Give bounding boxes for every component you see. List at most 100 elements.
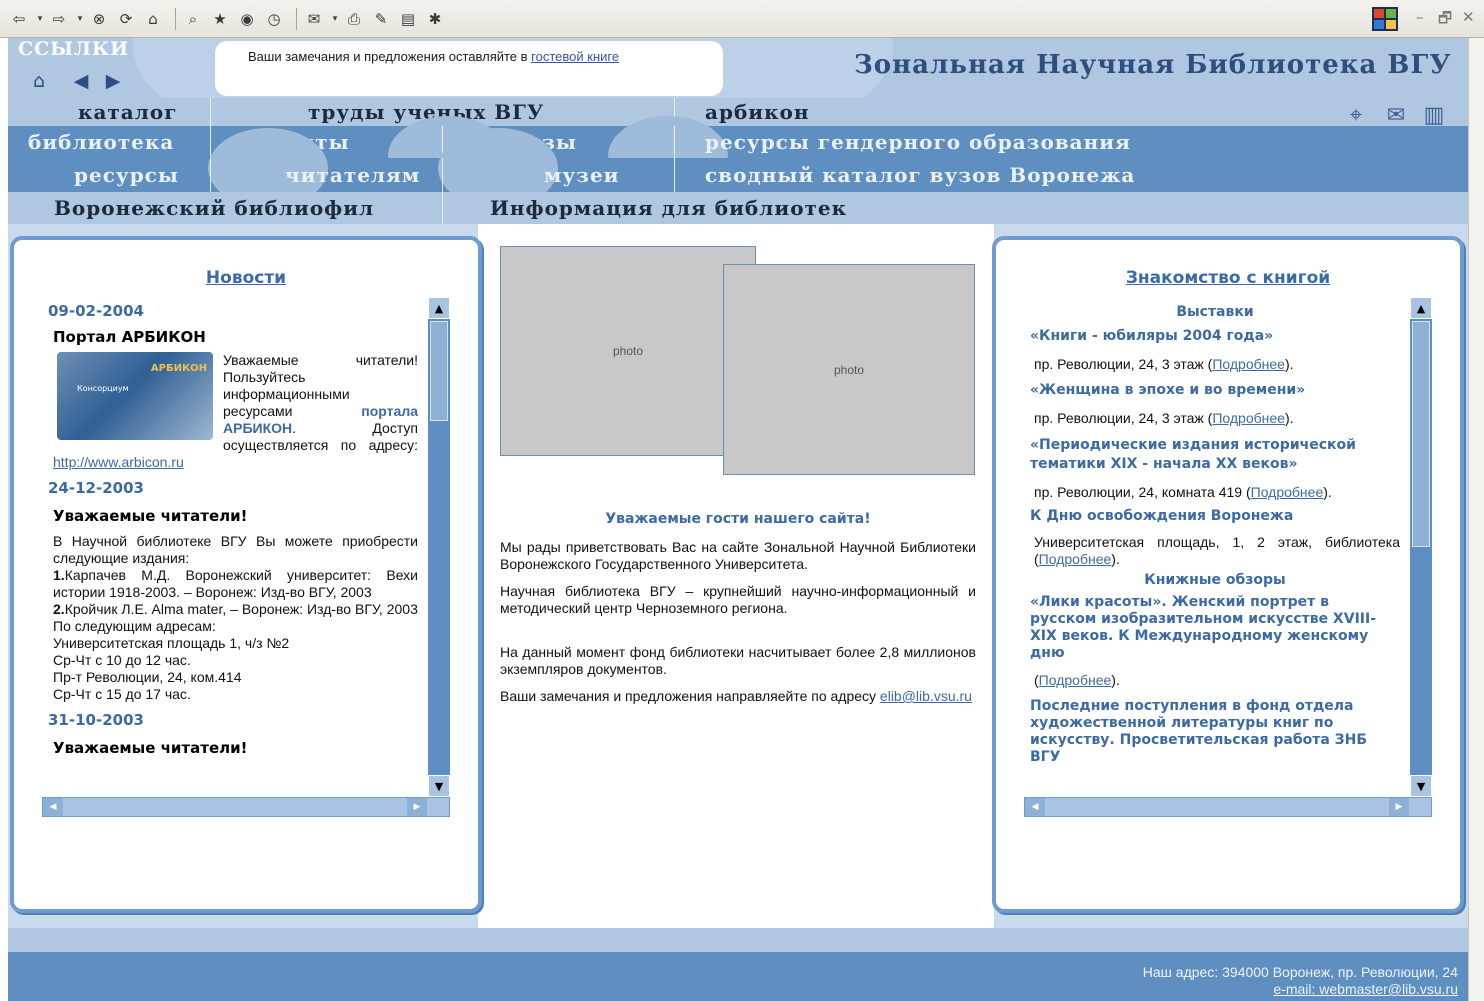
nav-resources[interactable]: ресурсы <box>74 158 179 192</box>
site-title: Зональная Научная Библиотека ВГУ <box>854 50 1452 80</box>
welcome-paragraph: Ваши замечания и предложения направляейт… <box>500 688 976 705</box>
arbicon-url-link[interactable]: http://www.arbicon.ru <box>53 454 184 470</box>
arbicon-logo-image: АРБИКОН Консорциум <box>57 352 213 440</box>
news-content: 09-02-2004 Портал АРБИКОН АРБИКОН Консор… <box>48 300 418 796</box>
home-icon[interactable]: ⌂ <box>142 8 164 30</box>
nav-readers[interactable]: читателям <box>285 158 420 192</box>
books-horizontal-scrollbar[interactable]: ◀ ▶ <box>1024 797 1432 817</box>
forward-icon[interactable]: ⇨ <box>48 8 70 30</box>
toolbar-separator <box>175 7 176 30</box>
news-headline: Портал АРБИКОН <box>53 328 206 346</box>
welcome-paragraph: Научная библиотека ВГУ – крупнейший науч… <box>500 583 976 616</box>
edit-icon[interactable]: ✎ <box>370 8 392 30</box>
nav-catalog[interactable]: каталог <box>78 98 177 126</box>
section-heading: Выставки <box>1176 304 1254 320</box>
nav-voronezh-bibliophile[interactable]: Воронежский библиофил <box>54 192 374 224</box>
nav-row-4: Воронежский библиофил Информация для биб… <box>8 192 1468 224</box>
windows-logo-icon <box>1372 7 1398 31</box>
scroll-up-icon[interactable]: ▲ <box>428 297 450 319</box>
more-link[interactable]: Подробнее <box>1212 410 1285 426</box>
more-link[interactable]: Подробнее <box>1212 356 1285 372</box>
news-horizontal-scrollbar[interactable]: ◀ ▶ <box>42 797 450 817</box>
welcome-paragraph: Мы рады приветствовать Вас на сайте Зона… <box>500 539 976 572</box>
browser-toolbar: ⇦ ▾ ⇨ ▾ ⊗ ⟳ ⌂ ⌕ ★ ◉ ◷ ✉ ▾ ⎙ ✎ ▤ ✱ – 🗗 ✕ <box>0 0 1484 38</box>
exhibition-title: К Дню освобождения Воронежа <box>1030 508 1294 524</box>
site-footer: Наш адрес: 394000 Воронеж, пр. Революции… <box>8 952 1468 1001</box>
books-content: Выставки «Книги - юбиляры 2004 года» пр.… <box>1030 300 1400 796</box>
news-title[interactable]: Новости <box>14 268 478 288</box>
scroll-left-icon[interactable]: ◀ <box>1025 798 1045 816</box>
exhibition-title: «Женщина в эпохе и во времени» <box>1030 382 1306 398</box>
exhibition-title: «Книги - юбиляры 2004 года» <box>1030 328 1274 344</box>
nav-arbicon[interactable]: арбикон <box>705 98 810 126</box>
library-building-photo: photo <box>500 246 756 456</box>
mail-icon[interactable]: ✉ <box>1382 103 1410 128</box>
favorites-icon[interactable]: ★ <box>209 8 231 30</box>
more-link[interactable]: Подробнее <box>1251 484 1324 500</box>
back-icon[interactable]: ◀ <box>68 68 94 94</box>
scroll-left-icon[interactable]: ◀ <box>43 798 63 816</box>
nav-library[interactable]: библиотека <box>28 126 174 158</box>
address-intro: По следующим адресам: <box>53 618 216 634</box>
welcome-paragraph: На данный момент фонд библиотеки насчиты… <box>500 644 976 677</box>
punctuation: ). <box>1284 410 1294 426</box>
footer-email-link[interactable]: e-mail: webmaster@lib.vsu.ru <box>1273 981 1458 997</box>
punctuation: ). <box>1323 484 1332 500</box>
section-heading: Книжные обзоры <box>1144 572 1286 588</box>
site-header: ССЫЛКИ ⌂ ◀ ▶ Ваши замечания и предложени… <box>8 38 1468 98</box>
print-icon[interactable]: ⎙ <box>343 8 365 30</box>
stop-icon[interactable]: ⊗ <box>88 8 110 30</box>
home-icon[interactable]: ⌂ <box>26 68 52 94</box>
minimize-button[interactable]: – <box>1416 8 1424 26</box>
news-text: В Научной библиотеке ВГУ Вы можете приоб… <box>53 533 418 566</box>
scroll-down-icon[interactable]: ▼ <box>1410 775 1432 797</box>
close-button[interactable]: ✕ <box>1462 8 1475 26</box>
news-vertical-scrollbar[interactable]: ▲ ▼ <box>428 297 450 797</box>
browser-scrollbar[interactable] <box>1468 38 1484 1001</box>
back-dropdown-icon[interactable]: ▾ <box>35 8 45 30</box>
restore-button[interactable]: 🗗 <box>1438 8 1452 33</box>
arbicon-logo-subtext: Консорциум <box>77 384 129 393</box>
books-vertical-scrollbar[interactable]: ▲ ▼ <box>1410 297 1432 797</box>
guestbook-link[interactable]: гостевой книге <box>531 49 619 64</box>
university-courtyard-photo: photo <box>723 264 975 475</box>
footer-strip <box>8 928 1468 952</box>
books-title[interactable]: Знакомство с книгой <box>996 268 1460 288</box>
book-number: 1. <box>53 567 65 583</box>
more-link[interactable]: Подробнее <box>1039 672 1112 688</box>
scroll-right-icon[interactable]: ▶ <box>407 798 427 816</box>
book-icon[interactable]: ▥ <box>1420 103 1448 128</box>
history-icon[interactable]: ◷ <box>263 8 285 30</box>
scroll-up-icon[interactable]: ▲ <box>1410 297 1432 319</box>
mail-icon[interactable]: ✉ <box>303 8 325 30</box>
exhibition-place: пр. Революции, 24, 3 этаж ( <box>1034 410 1213 426</box>
browser-window: ⇦ ▾ ⇨ ▾ ⊗ ⟳ ⌂ ⌕ ★ ◉ ◷ ✉ ▾ ⎙ ✎ ▤ ✱ – 🗗 ✕ … <box>0 0 1484 1001</box>
refresh-icon[interactable]: ⟳ <box>115 8 137 30</box>
nav-union-catalog[interactable]: сводный каталог вузов Воронежа <box>705 158 1135 192</box>
hours-line: Ср-Чт с 10 до 12 час. <box>53 652 191 668</box>
discuss-icon[interactable]: ▤ <box>397 8 419 30</box>
more-link[interactable]: Подробнее <box>1039 551 1112 567</box>
media-icon[interactable]: ◉ <box>236 8 258 30</box>
nav-gender-resources[interactable]: ресурсы гендерного образования <box>705 126 1131 158</box>
footer-address: Наш адрес: 394000 Воронеж, пр. Революции… <box>1142 964 1458 980</box>
exhibition-place: пр. Революции, 24, 3 этаж ( <box>1034 356 1213 372</box>
nav-library-info[interactable]: Информация для библиотек <box>490 192 847 224</box>
scroll-thumb[interactable] <box>430 321 448 421</box>
scroll-right-icon[interactable]: ▶ <box>1389 798 1409 816</box>
nav-museums[interactable]: музеи <box>544 158 620 192</box>
mail-dropdown-icon[interactable]: ▾ <box>330 8 340 30</box>
forward-icon[interactable]: ▶ <box>100 68 126 94</box>
news-date: 09-02-2004 <box>48 302 144 320</box>
email-link[interactable]: elib@lib.vsu.ru <box>880 688 972 704</box>
punctuation: ). <box>1111 672 1120 688</box>
arbicon-logo-text: АРБИКОН <box>150 363 207 374</box>
sitemap-icon[interactable]: ⌖ <box>1342 103 1370 128</box>
messenger-icon[interactable]: ✱ <box>424 8 446 30</box>
back-icon[interactable]: ⇦ <box>8 8 30 30</box>
scroll-thumb[interactable] <box>1412 321 1430 547</box>
forward-dropdown-icon[interactable]: ▾ <box>75 8 85 30</box>
search-icon[interactable]: ⌕ <box>182 8 204 30</box>
book-number: 2. <box>53 601 65 617</box>
scroll-down-icon[interactable]: ▼ <box>428 775 450 797</box>
